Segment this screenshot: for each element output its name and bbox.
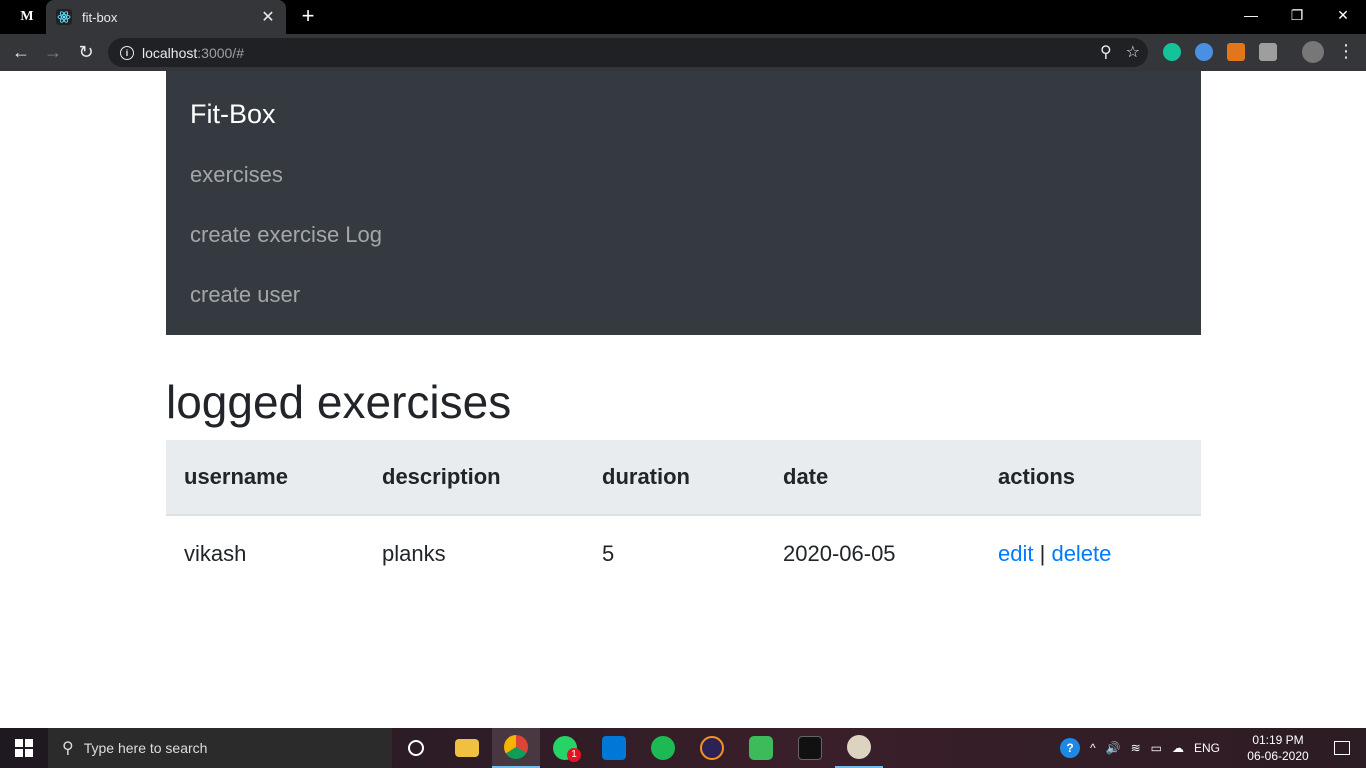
cell-date: 2020-06-05 bbox=[783, 541, 896, 566]
window-close-icon[interactable]: ✕ bbox=[1320, 0, 1366, 30]
eclipse-icon[interactable] bbox=[688, 728, 736, 768]
back-arrow-icon[interactable]: ← bbox=[8, 39, 34, 65]
header-username: username bbox=[166, 440, 364, 516]
tab-close-icon[interactable]: ✕ bbox=[260, 7, 276, 27]
metamask-extension-icon[interactable] bbox=[1227, 43, 1245, 61]
onedrive-icon[interactable]: ☁ bbox=[1172, 741, 1184, 755]
header-date: date bbox=[765, 440, 980, 516]
system-tray: ? ^ 🔊 ≋ ▭ ☁ ENG bbox=[1060, 728, 1220, 768]
chevron-up-icon[interactable]: ^ bbox=[1090, 741, 1096, 755]
browser-menu-icon[interactable]: ⋮ bbox=[1336, 41, 1356, 62]
windows-start-icon[interactable] bbox=[0, 728, 48, 768]
paint-icon[interactable] bbox=[835, 728, 883, 768]
action-separator: | bbox=[1039, 541, 1046, 566]
windows-taskbar: ⚲ Type here to search 1 ? ^ 🔊 ≋ ▭ ☁ ENG … bbox=[0, 728, 1366, 768]
table-row: vikash planks 5 2020-06-05 edit | delete bbox=[166, 515, 1201, 592]
cell-actions: edit | delete bbox=[980, 515, 1201, 592]
vscode-icon[interactable] bbox=[590, 728, 638, 768]
edit-link[interactable]: edit bbox=[998, 541, 1033, 566]
taskbar-clock[interactable]: 01:19 PM 06-06-2020 bbox=[1240, 732, 1316, 764]
restore-icon[interactable]: ❐ bbox=[1274, 0, 1320, 30]
search-placeholder: Type here to search bbox=[83, 740, 208, 756]
bookmark-star-icon[interactable]: ☆ bbox=[1126, 42, 1140, 62]
language-indicator[interactable]: ENG bbox=[1194, 741, 1220, 755]
whatsapp-taskbar-icon[interactable]: 1 bbox=[541, 728, 589, 768]
forward-arrow-icon[interactable]: → bbox=[40, 39, 66, 65]
react-favicon-icon bbox=[56, 9, 72, 25]
wifi-icon[interactable]: ≋ bbox=[1131, 741, 1141, 755]
delete-link[interactable]: delete bbox=[1051, 541, 1111, 566]
header-actions: actions bbox=[980, 440, 1201, 516]
telegram-icon[interactable] bbox=[737, 728, 785, 768]
header-description: description bbox=[364, 440, 584, 516]
nav-link-create-user[interactable]: create user bbox=[190, 282, 300, 308]
url-path: :3000/# bbox=[197, 44, 244, 61]
medium-logo-icon: M bbox=[20, 9, 34, 24]
chrome-taskbar-icon[interactable] bbox=[492, 728, 540, 768]
extension-blue-icon[interactable] bbox=[1195, 43, 1213, 61]
nav-link-exercises[interactable]: exercises bbox=[190, 162, 283, 188]
url-host: localhost bbox=[142, 44, 198, 61]
new-tab-icon[interactable]: + bbox=[296, 5, 320, 29]
table-header-row: username description duration date actio… bbox=[166, 440, 1201, 516]
cell-description: planks bbox=[382, 541, 446, 566]
minimize-icon[interactable]: — bbox=[1228, 0, 1274, 30]
tab-title: fit-box bbox=[82, 9, 118, 25]
help-icon[interactable]: ? bbox=[1060, 738, 1080, 758]
tab-fit-box[interactable]: fit-box ✕ bbox=[46, 0, 286, 34]
exercises-table: username description duration date actio… bbox=[166, 440, 1201, 592]
pinned-tab-medium[interactable]: M bbox=[8, 0, 46, 34]
navbar: Fit-Box exercises create exercise Log cr… bbox=[166, 71, 1201, 335]
battery-icon[interactable]: ▭ bbox=[1151, 741, 1162, 755]
site-info-icon[interactable]: i bbox=[120, 45, 134, 60]
address-bar[interactable]: i localhost:3000/# ⚲ ☆ bbox=[108, 38, 1148, 67]
whatsapp-badge: 1 bbox=[567, 748, 581, 762]
spotify-icon[interactable] bbox=[639, 728, 687, 768]
cell-username: vikash bbox=[184, 541, 247, 566]
reload-icon[interactable]: ↻ bbox=[73, 39, 99, 65]
taskbar-search[interactable]: ⚲ Type here to search bbox=[48, 728, 392, 768]
extension-gray-icon[interactable] bbox=[1259, 43, 1277, 61]
notification-center-icon[interactable] bbox=[1318, 728, 1366, 768]
search-icon: ⚲ bbox=[62, 740, 74, 757]
zoom-icon[interactable]: ⚲ bbox=[1100, 42, 1112, 62]
page-content: Fit-Box exercises create exercise Log cr… bbox=[0, 71, 1366, 728]
header-duration: duration bbox=[584, 440, 765, 516]
nav-link-create-exercise-log[interactable]: create exercise Log bbox=[190, 222, 382, 248]
file-explorer-icon[interactable] bbox=[443, 728, 491, 768]
browser-toolbar: ← → ↻ i localhost:3000/# ⚲ ☆ ⋮ bbox=[0, 34, 1366, 71]
cortana-icon[interactable] bbox=[392, 728, 440, 768]
clock-date: 06-06-2020 bbox=[1247, 749, 1309, 763]
epic-games-icon[interactable] bbox=[786, 728, 834, 768]
clock-time: 01:19 PM bbox=[1252, 733, 1304, 747]
volume-icon[interactable]: 🔊 bbox=[1106, 741, 1121, 755]
navbar-brand[interactable]: Fit-Box bbox=[190, 99, 276, 130]
cell-duration: 5 bbox=[602, 541, 615, 566]
browser-tabstrip: M fit-box ✕ + — ❐ ✕ bbox=[0, 0, 1366, 34]
page-title: logged exercises bbox=[166, 376, 512, 428]
profile-avatar[interactable] bbox=[1302, 41, 1324, 63]
grammarly-extension-icon[interactable] bbox=[1163, 43, 1181, 61]
